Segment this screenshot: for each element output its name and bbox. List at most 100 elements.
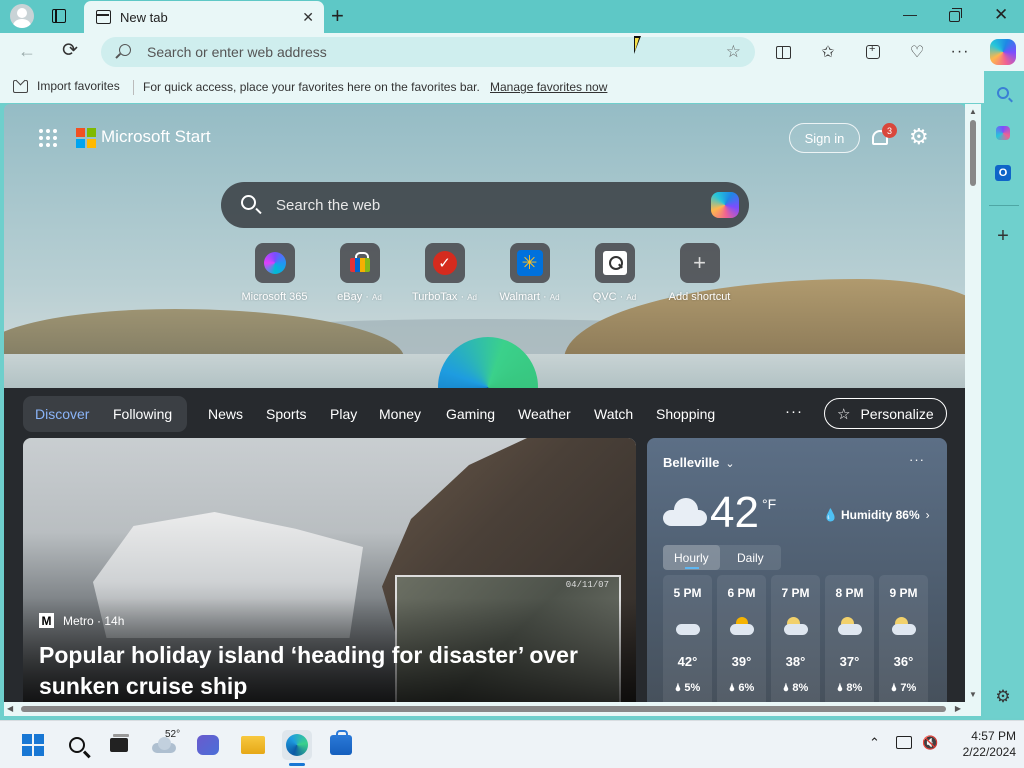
web-search-box[interactable]	[221, 182, 749, 228]
shortcut-walmart[interactable]: ✳ Walmart · Ad	[487, 243, 572, 303]
performance-icon[interactable]: ♡	[906, 41, 928, 63]
hour-item[interactable]: 7 PM 38° 🌢 8%	[771, 575, 820, 702]
shortcut-qvc[interactable]: QVC · Ad	[572, 243, 657, 303]
sign-in-button[interactable]: Sign in	[789, 123, 860, 153]
scroll-down-icon[interactable]: ▼	[969, 690, 977, 699]
tab-sports[interactable]: Sports	[266, 406, 306, 422]
copilot-icon[interactable]	[711, 192, 739, 218]
minimize-button[interactable]: —	[903, 6, 917, 22]
hour-item[interactable]: 9 PM 36° 🌢 7%	[879, 575, 928, 702]
metro-logo-icon: M	[39, 613, 54, 628]
horizontal-scrollbar[interactable]: ◀ ▶	[4, 702, 981, 716]
start-button[interactable]	[20, 732, 46, 758]
tab-weather[interactable]: Weather	[518, 406, 571, 422]
taskbar: 52° ⌃ 🔇 4:57 PM 2/22/2024	[0, 720, 1024, 768]
scroll-left-icon[interactable]: ◀	[7, 704, 13, 713]
address-bar[interactable]: ☆	[101, 37, 755, 67]
turbotax-icon: ✓	[432, 251, 457, 275]
sidebar-settings-icon[interactable]: ⚙	[993, 687, 1013, 707]
sidebar-add-icon[interactable]: +	[993, 225, 1013, 247]
apps-launcher-icon[interactable]	[39, 129, 57, 147]
weather-location[interactable]: Belleville ⌄	[663, 455, 735, 470]
tab-play[interactable]: Play	[330, 406, 357, 422]
copilot-icon[interactable]	[990, 39, 1016, 65]
sidebar-search-icon[interactable]	[993, 83, 1013, 103]
tab-hourly[interactable]: Hourly	[674, 551, 709, 565]
tab-watch[interactable]: Watch	[594, 406, 633, 422]
scroll-right-icon[interactable]: ▶	[955, 704, 961, 713]
hour-item[interactable]: 8 PM 37° 🌢 8%	[825, 575, 874, 702]
shortcut-turbotax[interactable]: ✓ TurboTax · Ad	[402, 243, 487, 303]
tab-following[interactable]: Following	[113, 406, 172, 422]
import-favorites-button[interactable]: Import favorites	[13, 79, 120, 93]
new-tab-button[interactable]: +	[331, 4, 344, 28]
tab-news[interactable]: News	[208, 406, 243, 422]
address-input[interactable]	[147, 41, 707, 63]
page-settings-icon[interactable]: ⚙	[909, 124, 929, 150]
tab-new-tab[interactable]: New tab ✕	[84, 1, 324, 33]
hour-item[interactable]: 6 PM 39° 🌢 6%	[717, 575, 766, 702]
file-explorer-icon[interactable]	[240, 732, 266, 758]
tab-shopping[interactable]: Shopping	[656, 406, 715, 422]
add-shortcut-button[interactable]: + Add shortcut	[657, 243, 742, 303]
humidity-link[interactable]: 💧 Humidity 86% ›	[823, 508, 930, 522]
show-hidden-icons-chevron[interactable]: ⌃	[869, 735, 880, 751]
weather-more-icon[interactable]: ···	[909, 452, 925, 467]
weather-card[interactable]: Belleville ⌄ ··· 42 °F 💧 Humidity 86% › Hou…	[647, 438, 947, 702]
restore-button[interactable]	[949, 8, 962, 22]
tab-money[interactable]: Money	[379, 406, 421, 422]
system-clock[interactable]: 4:57 PM 2/22/2024	[940, 728, 1016, 760]
tab-daily[interactable]: Daily	[737, 551, 764, 565]
split-screen-icon[interactable]	[772, 41, 794, 63]
hero-article-card[interactable]: 04/11/07 M Metro · 14h Popular holiday i…	[23, 438, 636, 702]
tab-gaming[interactable]: Gaming	[446, 406, 495, 422]
article-headline[interactable]: Popular holiday island ‘heading for disa…	[39, 640, 599, 702]
personalize-icon: ☆	[837, 405, 851, 423]
volume-muted-icon[interactable]: 🔇	[922, 735, 938, 751]
shortcut-microsoft-365[interactable]: Microsoft 365	[232, 243, 317, 303]
mouse-cursor	[634, 36, 641, 54]
network-icon[interactable]	[896, 736, 912, 749]
task-view-icon[interactable]	[106, 732, 132, 758]
close-tab-icon[interactable]: ✕	[302, 10, 314, 24]
scrollbar-thumb[interactable]	[21, 706, 946, 712]
scroll-up-icon[interactable]: ▲	[969, 107, 977, 116]
temperature-unit[interactable]: °F	[762, 496, 776, 512]
taskbar-search-icon[interactable]	[64, 732, 90, 758]
tab-actions-icon[interactable]	[50, 7, 68, 25]
tab-discover[interactable]: Discover	[35, 406, 89, 422]
sidebar-outlook-icon[interactable]: O	[993, 163, 1013, 183]
microsoft-store-icon[interactable]	[328, 730, 354, 758]
star-icon[interactable]: ☆	[726, 42, 741, 62]
partly-cloudy-icon	[730, 617, 754, 635]
import-icon	[13, 79, 28, 93]
favorites-icon[interactable]: ✩	[817, 41, 839, 63]
divider	[133, 80, 134, 95]
hour-item[interactable]: 5 PM 42° 🌢 5%	[663, 575, 712, 702]
new-tab-page: Microsoft Start Sign in 3 ⚙ Microsoft 36…	[4, 104, 965, 702]
sidebar-copilot-icon[interactable]	[993, 123, 1013, 143]
edge-sidebar: O + ⚙	[984, 71, 1024, 718]
scrollbar-thumb[interactable]	[970, 120, 976, 186]
article-source: M Metro · 14h	[39, 613, 124, 628]
teams-chat-icon[interactable]	[195, 732, 221, 758]
cloudy-icon	[663, 498, 707, 526]
refresh-icon[interactable]: ⟳	[62, 41, 78, 61]
more-icon[interactable]: ···	[949, 41, 971, 63]
partly-cloudy-night-icon	[892, 617, 916, 635]
partly-cloudy-night-icon	[784, 617, 808, 635]
profile-avatar[interactable]	[9, 4, 35, 28]
brand-title[interactable]: Microsoft Start	[101, 127, 211, 147]
notifications-bell-icon[interactable]: 3	[870, 123, 897, 150]
vertical-scrollbar[interactable]: ▲ ▼	[965, 104, 981, 702]
edge-taskbar-icon[interactable]	[282, 730, 312, 760]
web-search-input[interactable]	[276, 194, 676, 216]
shortcut-ebay[interactable]: eBay · Ad	[317, 243, 402, 303]
back-arrow-icon[interactable]: ←	[18, 41, 36, 61]
personalize-button[interactable]: ☆ Personalize	[824, 398, 947, 429]
collections-icon[interactable]	[862, 41, 884, 63]
feed-more-icon[interactable]: ···	[785, 403, 803, 420]
manage-favorites-link[interactable]: Manage favorites now	[490, 80, 607, 94]
close-window-button[interactable]: ✕	[994, 5, 1008, 25]
chevron-right-icon: ›	[925, 508, 930, 522]
